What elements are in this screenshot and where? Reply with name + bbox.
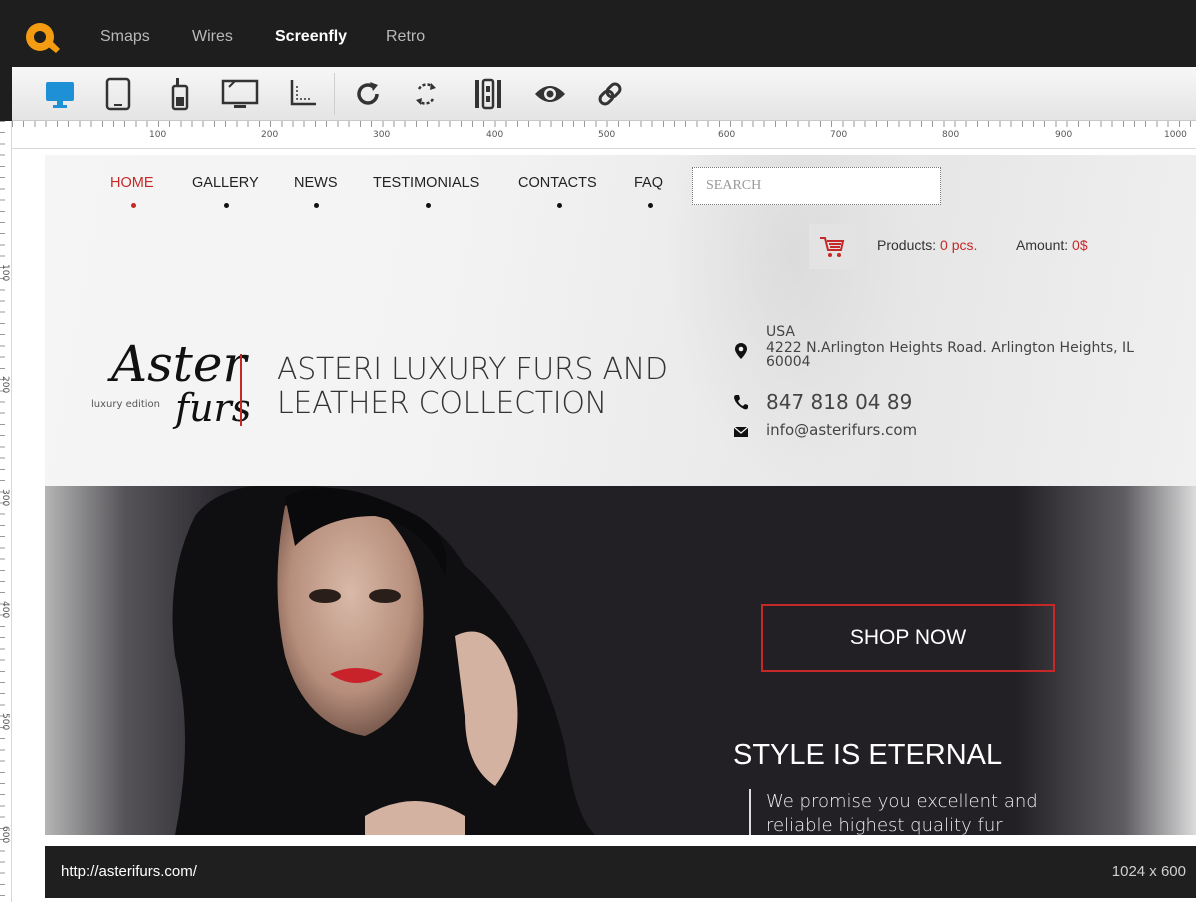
site-search-input[interactable]: SEARCH — [692, 167, 941, 205]
status-bar: http://asterifurs.com/ 1024 x 600 — [45, 846, 1196, 898]
app-tab-smaps[interactable]: Smaps — [100, 28, 150, 46]
contact-address: 4222 N.Arlington Heights Road. Arlington… — [766, 340, 1134, 370]
cart-icon — [820, 236, 845, 257]
rotate-icon[interactable] — [346, 73, 390, 115]
site-header: HOME GALLERY NEWS TESTIMONIALS CONTACTS … — [45, 155, 1196, 486]
device-toolbar — [12, 67, 1196, 121]
ruler-label: 300 — [373, 130, 391, 140]
ruler-label: 800 — [942, 130, 960, 140]
site-nav-testimonials[interactable]: TESTIMONIALS — [373, 175, 479, 191]
nav-dot — [224, 203, 229, 208]
model-photo — [172, 486, 595, 835]
nav-dot — [314, 203, 319, 208]
site-preview: HOME GALLERY NEWS TESTIMONIALS CONTACTS … — [45, 155, 1196, 835]
site-nav-home[interactable]: HOME — [110, 175, 154, 191]
phone-icon — [734, 395, 748, 410]
vertical-ruler: 100 200 300 400 500 600 — [0, 121, 12, 902]
hero-text: We promise you excellent and reliable hi… — [766, 791, 1038, 835]
app-nav: Smaps Wires Screenfly Retro — [0, 0, 1196, 67]
logo-divider — [240, 354, 242, 426]
svg-text:luxury edition: luxury edition — [91, 399, 160, 410]
hero-heading: STYLE IS ETERNAL — [733, 739, 1003, 771]
ruler-label: 400 — [486, 130, 504, 140]
site-nav-news[interactable]: NEWS — [294, 175, 338, 191]
desktop-icon[interactable] — [38, 73, 82, 115]
preview-icon[interactable] — [528, 73, 572, 115]
toolbar-separator — [334, 73, 335, 115]
ruler-label: 700 — [830, 130, 848, 140]
left-strip — [0, 0, 12, 121]
site-title: ASTERI LUXURY FURS AND LEATHER COLLECTIO… — [277, 352, 668, 421]
ruler-label: 200 — [0, 376, 10, 394]
site-nav-faq[interactable]: FAQ — [634, 175, 663, 191]
app-tab-retro[interactable]: Retro — [386, 28, 425, 46]
contact-phone: 847 818 04 89 — [766, 390, 913, 414]
ruler-label: 900 — [1055, 130, 1073, 140]
cart-amount: Amount: 0$ — [1016, 237, 1088, 253]
hero-quote-bar — [749, 789, 751, 835]
ruler-label: 500 — [598, 130, 616, 140]
nav-dot — [648, 203, 653, 208]
cart-button[interactable] — [809, 224, 855, 269]
cart-products-value: 0 pcs. — [940, 237, 978, 253]
ruler-label: 600 — [718, 130, 736, 140]
ruler-label: 200 — [261, 130, 279, 140]
shop-now-button[interactable]: SHOP NOW — [761, 604, 1055, 672]
scroll-icon[interactable] — [466, 73, 510, 115]
refresh-icon[interactable] — [404, 73, 448, 115]
ruler-label: 300 — [0, 489, 10, 507]
horizontal-ruler: 100 200 300 400 500 600 700 800 900 1000 — [12, 121, 1196, 149]
preview-bottom-gap — [45, 835, 1196, 846]
asteri-logo[interactable]: Asteri furs luxury edition — [89, 323, 249, 433]
nav-dot — [131, 203, 136, 208]
link-icon[interactable] — [588, 73, 632, 115]
cart-amount-label: Amount: — [1016, 237, 1069, 253]
contact-email[interactable]: info@asterifurs.com — [766, 421, 917, 439]
ruler-label: 100 — [149, 130, 167, 140]
cart-amount-value: 0$ — [1072, 237, 1088, 253]
tablet-icon[interactable] — [96, 73, 140, 115]
status-resolution: 1024 x 600 — [1111, 863, 1186, 880]
site-nav-gallery[interactable]: GALLERY — [192, 175, 259, 191]
svg-text:Asteri: Asteri — [107, 335, 249, 393]
tv-icon[interactable] — [218, 73, 262, 115]
hero-banner: SHOP NOW STYLE IS ETERNAL We promise you… — [45, 486, 1196, 835]
ruler-label: 1000 — [1164, 130, 1187, 140]
ruler-label: 600 — [0, 826, 10, 844]
app-logo-icon[interactable] — [22, 19, 64, 55]
app-tab-wires[interactable]: Wires — [192, 28, 233, 46]
cart-products-label: Products: — [877, 237, 937, 253]
ruler-label: 500 — [0, 713, 10, 731]
ruler-label: 100 — [0, 264, 10, 282]
mobile-icon[interactable] — [158, 73, 202, 115]
svg-text:furs: furs — [172, 386, 249, 430]
ruler-label: 400 — [0, 601, 10, 619]
nav-dot — [426, 203, 431, 208]
contact-country: USA — [766, 324, 795, 340]
nav-dot — [557, 203, 562, 208]
custom-size-icon[interactable] — [280, 73, 324, 115]
email-icon — [733, 426, 749, 437]
site-nav-contacts[interactable]: CONTACTS — [518, 175, 597, 191]
app-tab-screenfly[interactable]: Screenfly — [275, 28, 347, 46]
location-pin-icon — [735, 343, 747, 359]
cart-products: Products: 0 pcs. — [877, 237, 977, 253]
status-url[interactable]: http://asterifurs.com/ — [61, 863, 197, 880]
